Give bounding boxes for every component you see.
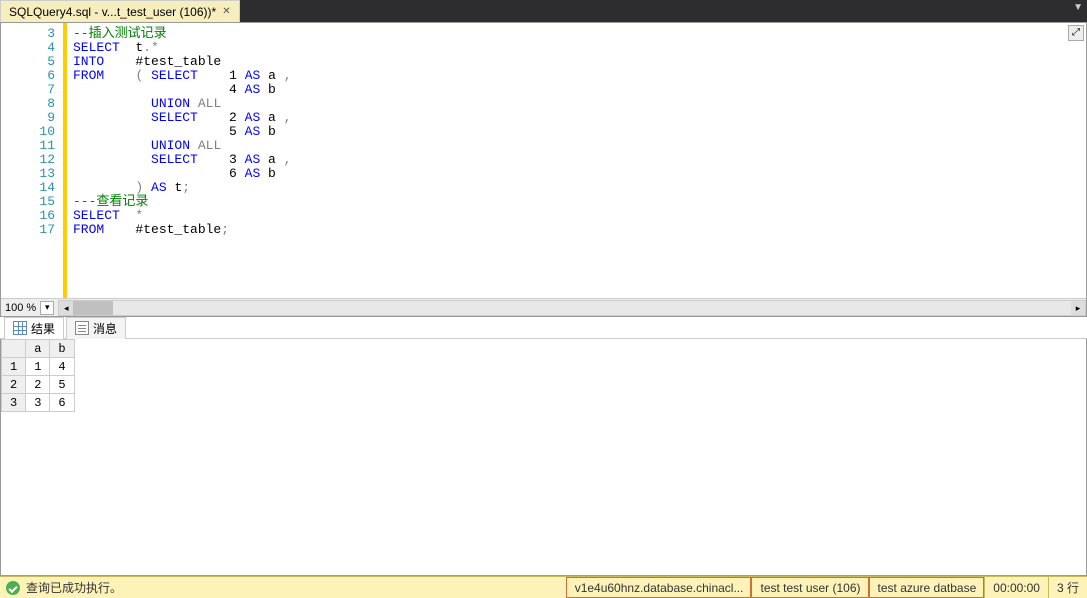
tab-messages[interactable]: 消息 xyxy=(66,317,126,339)
status-rowcount: 3 行 xyxy=(1048,577,1087,598)
editor-footer: 100 % ▾ ◂ ▸ xyxy=(1,298,1086,316)
grid-icon xyxy=(13,321,27,335)
code-line: UNION ALL xyxy=(73,139,1086,153)
tab-bar: SQLQuery4.sql - v...t_test_user (106))* … xyxy=(0,0,1087,22)
cell[interactable]: 6 xyxy=(50,394,74,412)
code-line: SELECT 3 AS a , xyxy=(73,153,1086,167)
line-number: 17 xyxy=(1,223,55,237)
code-line: FROM #test_table; xyxy=(73,223,1086,237)
code-line: ) AS t; xyxy=(73,181,1086,195)
row-header[interactable]: 2 xyxy=(2,376,26,394)
line-number: 11 xyxy=(1,139,55,153)
column-header[interactable] xyxy=(2,340,26,358)
tab-overflow-dropdown[interactable]: ▼ xyxy=(1073,2,1083,13)
status-user: test test user (106) xyxy=(751,577,868,598)
code-line: SELECT t.* xyxy=(73,41,1086,55)
line-number: 5 xyxy=(1,55,55,69)
table-row[interactable]: 225 xyxy=(2,376,75,394)
code-line: 6 AS b xyxy=(73,167,1086,181)
tab-results[interactable]: 结果 xyxy=(4,317,64,339)
status-message: 查询已成功执行。 xyxy=(26,579,122,596)
tab-results-label: 结果 xyxy=(31,320,55,337)
horizontal-scrollbar[interactable]: ◂ ▸ xyxy=(58,300,1086,316)
code-line: UNION ALL xyxy=(73,97,1086,111)
line-number: 16 xyxy=(1,209,55,223)
zoom-level: 100 % xyxy=(1,302,40,314)
status-server: v1e4u60hnz.database.chinacl... xyxy=(566,577,752,598)
row-header[interactable]: 1 xyxy=(2,358,26,376)
messages-icon xyxy=(75,321,89,335)
status-bar: 查询已成功执行。 v1e4u60hnz.database.chinacl... … xyxy=(0,576,1087,598)
cell[interactable]: 2 xyxy=(26,376,50,394)
line-number: 6 xyxy=(1,69,55,83)
line-number: 10 xyxy=(1,125,55,139)
column-header[interactable]: b xyxy=(50,340,74,358)
code-line: SELECT * xyxy=(73,209,1086,223)
expand-collapse-icon[interactable]: ⤢ xyxy=(1068,25,1084,41)
editor-tab-title: SQLQuery4.sql - v...t_test_user (106))* xyxy=(9,5,216,19)
code-line: INTO #test_table xyxy=(73,55,1086,69)
code-line: --插入测试记录 xyxy=(73,27,1086,41)
success-icon xyxy=(6,581,20,595)
code-line: SELECT 2 AS a , xyxy=(73,111,1086,125)
column-header[interactable]: a xyxy=(26,340,50,358)
code-area[interactable]: --插入测试记录SELECT t.*INTO #test_tableFROM (… xyxy=(67,23,1086,298)
line-number: 15 xyxy=(1,195,55,209)
line-number: 7 xyxy=(1,83,55,97)
cell[interactable]: 1 xyxy=(26,358,50,376)
results-tab-bar: 结果 消息 xyxy=(0,317,1087,339)
close-icon[interactable]: ✕ xyxy=(222,6,230,17)
editor-tab[interactable]: SQLQuery4.sql - v...t_test_user (106))* … xyxy=(0,0,240,22)
line-number: 3 xyxy=(1,27,55,41)
status-database: test azure datbase xyxy=(869,577,985,598)
line-number-gutter: 34567891011121314151617 xyxy=(1,23,63,298)
line-number: 8 xyxy=(1,97,55,111)
table-row[interactable]: 336 xyxy=(2,394,75,412)
scroll-left-arrow[interactable]: ◂ xyxy=(59,301,73,315)
line-number: 12 xyxy=(1,153,55,167)
code-line: ---查看记录 xyxy=(73,195,1086,209)
code-line: 5 AS b xyxy=(73,125,1086,139)
line-number: 14 xyxy=(1,181,55,195)
line-number: 4 xyxy=(1,41,55,55)
zoom-dropdown[interactable]: ▾ xyxy=(40,301,54,315)
scroll-right-arrow[interactable]: ▸ xyxy=(1071,301,1085,315)
code-line: 4 AS b xyxy=(73,83,1086,97)
results-grid[interactable]: ab114225336 xyxy=(0,339,1087,576)
line-number: 9 xyxy=(1,111,55,125)
scroll-thumb[interactable] xyxy=(73,301,113,315)
tab-messages-label: 消息 xyxy=(93,320,117,337)
table-row[interactable]: 114 xyxy=(2,358,75,376)
results-table: ab114225336 xyxy=(1,339,75,412)
sql-editor: 34567891011121314151617 --插入测试记录SELECT t… xyxy=(0,22,1087,317)
code-line: FROM ( SELECT 1 AS a , xyxy=(73,69,1086,83)
cell[interactable]: 4 xyxy=(50,358,74,376)
row-header[interactable]: 3 xyxy=(2,394,26,412)
status-elapsed: 00:00:00 xyxy=(984,577,1048,598)
cell[interactable]: 3 xyxy=(26,394,50,412)
cell[interactable]: 5 xyxy=(50,376,74,394)
line-number: 13 xyxy=(1,167,55,181)
